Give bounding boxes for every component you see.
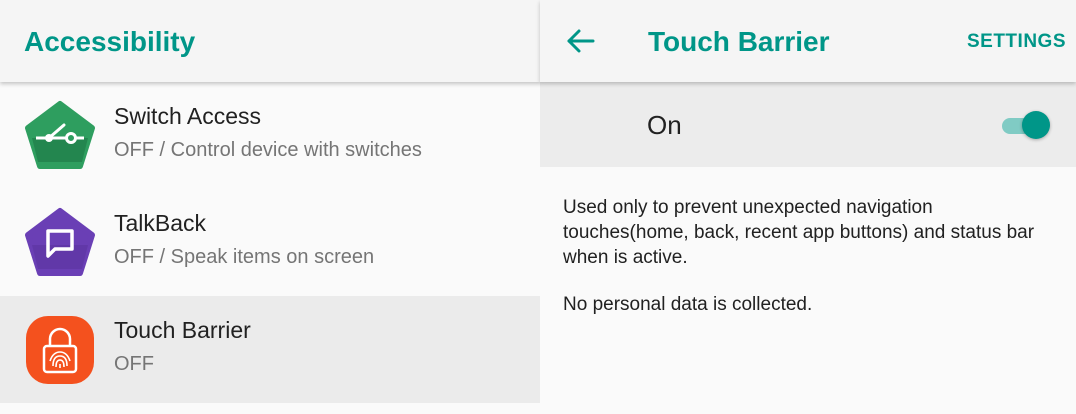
detail-title: Touch Barrier xyxy=(648,26,830,57)
list-item-switch-access[interactable]: Switch Access OFF / Control device with … xyxy=(0,82,540,189)
back-arrow-icon[interactable] xyxy=(566,26,596,56)
master-switch-bar[interactable]: On xyxy=(540,82,1076,167)
list-item-title: Touch Barrier xyxy=(114,317,251,343)
settings-button[interactable]: SETTINGS xyxy=(967,28,1066,56)
switch-access-icon xyxy=(25,101,95,169)
privacy-note: No personal data is collected. xyxy=(563,294,813,315)
accessibility-app-bar: Accessibility xyxy=(0,0,540,82)
list-item-subtitle: OFF xyxy=(114,353,154,375)
screen: Accessibility Switch Access OFF / Contro… xyxy=(0,0,1076,414)
service-description: Used only to prevent unexpected navigati… xyxy=(563,197,1035,268)
touch-barrier-icon xyxy=(26,316,94,384)
list-item-subtitle: OFF / Control device with switches xyxy=(114,139,422,161)
list-item-title: Switch Access xyxy=(114,103,261,129)
service-list: Switch Access OFF / Control device with … xyxy=(0,82,540,403)
master-toggle[interactable] xyxy=(1000,110,1054,140)
list-item-subtitle: OFF / Speak items on screen xyxy=(114,246,375,268)
touch-barrier-detail-pane: Touch Barrier SETTINGS On Used only to p… xyxy=(540,0,1076,414)
detail-app-bar: Touch Barrier SETTINGS xyxy=(540,0,1076,82)
talkback-icon xyxy=(25,208,95,276)
master-switch-label: On xyxy=(647,110,682,140)
accessibility-pane: Accessibility Switch Access OFF / Contro… xyxy=(0,0,540,414)
list-item-touch-barrier[interactable]: Touch Barrier OFF xyxy=(0,296,540,403)
list-item-talkback[interactable]: TalkBack OFF / Speak items on screen xyxy=(0,189,540,296)
page-title: Accessibility xyxy=(24,26,196,57)
list-item-title: TalkBack xyxy=(114,210,207,236)
toggle-thumb xyxy=(1022,111,1050,139)
